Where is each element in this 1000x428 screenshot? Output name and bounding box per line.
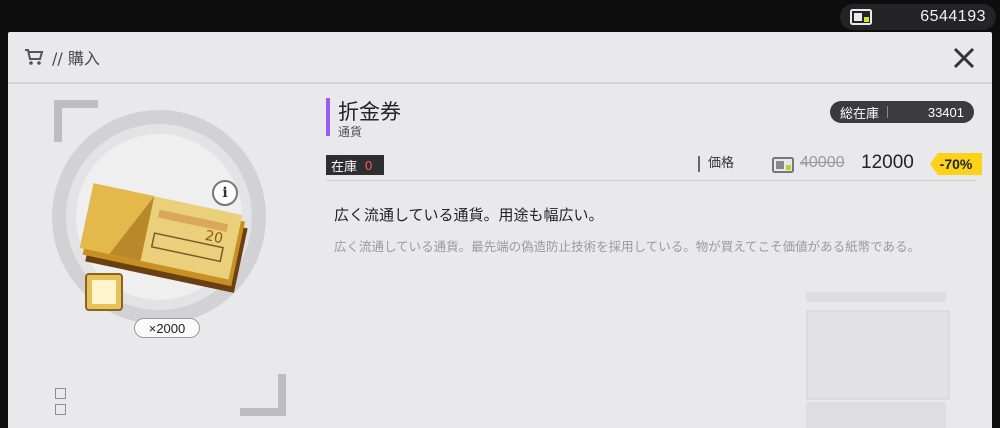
new-price: 12000	[861, 152, 914, 173]
rarity-accent-bar	[326, 98, 330, 136]
panel-header: // 購入	[8, 32, 992, 84]
description-detail: 広く流通している通貨。最先端の偽造防止技術を採用している。物が買えてこそ価値があ…	[334, 239, 921, 254]
total-stock-label: 総在庫	[840, 106, 880, 122]
total-stock-value: 33401	[927, 104, 964, 120]
stock-tag: 在庫 0	[326, 155, 384, 175]
stock-value: 0	[365, 157, 373, 173]
item-type: 通貨	[338, 125, 363, 139]
close-icon[interactable]	[950, 44, 978, 72]
total-stock-badge: 総在庫 33401	[830, 101, 974, 123]
frame-corner-bottom-right-v	[278, 374, 286, 416]
money-card-icon	[850, 9, 872, 25]
money-card-icon	[772, 157, 794, 173]
price-label: 価格	[698, 156, 734, 172]
divider	[887, 106, 889, 118]
stock-price-row: 在庫 0 価格 40000 12000 -70%	[326, 150, 982, 181]
top-bar: 6544193	[0, 0, 1000, 32]
description-main: 広く流通している通貨。用途も幅広い。	[334, 206, 604, 224]
checkbox-icon[interactable]	[55, 388, 66, 399]
currency-display[interactable]: 6544193	[840, 4, 996, 30]
panel-title: // 購入	[52, 49, 100, 68]
background-decoration	[806, 310, 950, 400]
info-icon[interactable]: i	[212, 180, 238, 206]
checkbox-icon[interactable]	[55, 404, 66, 415]
background-decoration	[806, 402, 946, 428]
stock-label: 在庫	[331, 159, 358, 175]
quantity-badge: ×2000	[134, 318, 200, 338]
discount-badge: -70%	[930, 153, 982, 175]
currency-value: 6544193	[920, 8, 986, 25]
purchase-panel: // 購入 20 i ×2000 折金券 通貨 総在庫 33401 在庫 0 価…	[8, 32, 992, 428]
item-name: 折金券	[338, 100, 401, 124]
background-decoration	[806, 292, 946, 302]
cart-icon	[24, 48, 44, 66]
old-price: 40000	[800, 154, 845, 171]
frame-corner-top-left-v	[54, 100, 62, 142]
